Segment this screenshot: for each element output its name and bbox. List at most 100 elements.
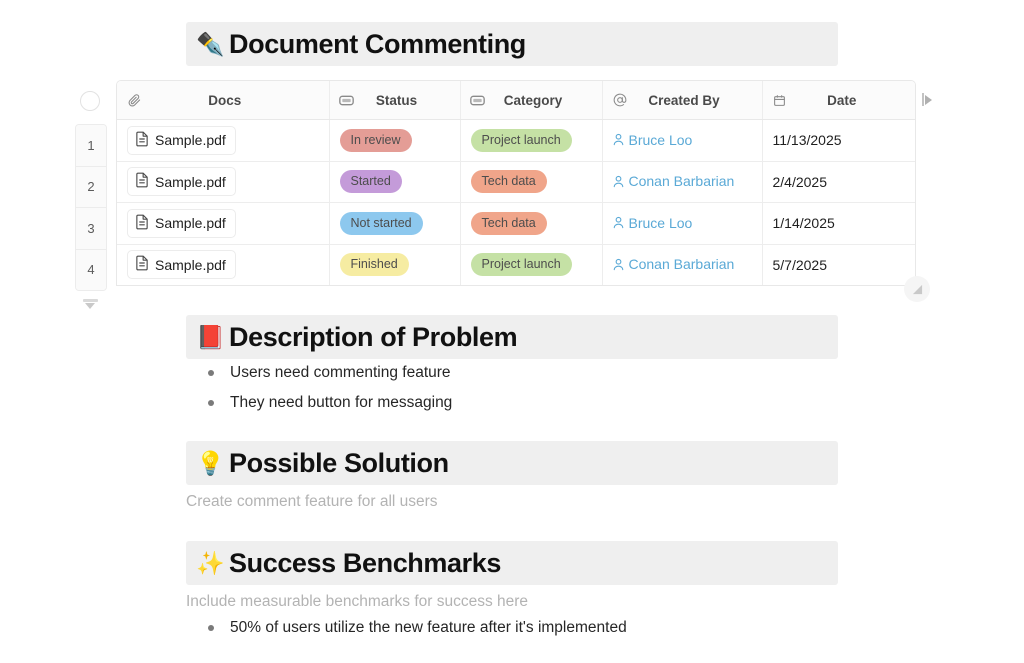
cell-docs[interactable]: Sample.pdf bbox=[117, 161, 330, 203]
person-chip[interactable]: Conan Barbarian bbox=[613, 173, 735, 189]
list-item[interactable]: Users need commenting feature bbox=[208, 362, 452, 392]
file-chip[interactable]: Sample.pdf bbox=[127, 125, 236, 155]
mention-icon bbox=[611, 93, 629, 107]
cell-status[interactable]: Finished bbox=[329, 244, 461, 285]
cell-created-by[interactable]: Conan Barbarian bbox=[602, 244, 763, 285]
row-number[interactable]: 4 bbox=[76, 249, 106, 290]
person-name: Bruce Loo bbox=[628, 214, 693, 231]
row-number[interactable]: 3 bbox=[76, 208, 106, 250]
bullet-dot bbox=[208, 625, 214, 631]
section-header-solution: 💡 Possible Solution bbox=[186, 441, 838, 485]
divider bbox=[922, 93, 924, 106]
section-title: Description of Problem bbox=[229, 321, 518, 352]
table-header-row: Docs Status Category Created By Date bbox=[117, 81, 915, 120]
column-header-docs[interactable]: Docs bbox=[117, 81, 330, 120]
page-title: Document Commenting bbox=[229, 28, 526, 59]
category-badge: Tech data bbox=[470, 170, 547, 194]
cell-docs[interactable]: Sample.pdf bbox=[117, 119, 330, 162]
row-number-list: 1 2 3 4 bbox=[75, 124, 107, 291]
section-header-description: 📕 Description of Problem bbox=[186, 315, 838, 359]
column-header-category[interactable]: Category bbox=[460, 81, 603, 120]
person-chip[interactable]: Bruce Loo bbox=[613, 132, 692, 148]
person-icon bbox=[613, 258, 624, 271]
cell-created-by[interactable]: Conan Barbarian bbox=[602, 161, 763, 203]
cell-category[interactable]: Tech data bbox=[460, 202, 603, 245]
bullet-dot bbox=[208, 370, 214, 376]
cell-status[interactable]: Not started bbox=[329, 202, 461, 245]
list-item-text: Users need commenting feature bbox=[230, 364, 451, 381]
cell-category[interactable]: Tech data bbox=[460, 161, 603, 203]
status-badge: In review bbox=[339, 128, 412, 152]
status-badge: Not started bbox=[339, 211, 423, 235]
section-title: Success Benchmarks bbox=[229, 547, 501, 578]
document-page: ✒️ Document Commenting 1 2 3 4 Docs Stat… bbox=[0, 0, 1024, 663]
column-header-status[interactable]: Status bbox=[329, 81, 461, 120]
file-chip[interactable]: Sample.pdf bbox=[127, 167, 236, 197]
list-item[interactable]: 50% of users utilize the new feature aft… bbox=[208, 617, 627, 647]
solution-placeholder-text[interactable]: Create comment feature for all users bbox=[186, 493, 438, 511]
benchmarks-placeholder-text[interactable]: Include measurable benchmarks for succes… bbox=[186, 593, 528, 611]
drag-bar bbox=[82, 299, 98, 302]
person-chip[interactable]: Conan Barbarian bbox=[613, 256, 735, 272]
list-item-text: 50% of users utilize the new feature aft… bbox=[230, 619, 627, 636]
paperclip-icon bbox=[125, 93, 143, 107]
file-chip[interactable]: Sample.pdf bbox=[127, 208, 236, 238]
cell-created-by[interactable]: Bruce Loo bbox=[602, 119, 763, 162]
benchmarks-bullet-list: 50% of users utilize the new feature aft… bbox=[208, 617, 627, 647]
chevron-down-icon bbox=[85, 303, 95, 309]
list-item-text: They need button for messaging bbox=[230, 394, 453, 411]
select-all-rows-button[interactable] bbox=[80, 91, 100, 111]
person-name: Conan Barbarian bbox=[628, 173, 735, 189]
lightbulb-icon: 💡 bbox=[196, 449, 225, 476]
document-icon bbox=[135, 214, 149, 233]
cell-date[interactable]: 11/13/2025 bbox=[762, 119, 915, 162]
status-badge: Started bbox=[339, 170, 402, 194]
row-number[interactable]: 1 bbox=[76, 125, 106, 167]
cell-date[interactable]: 1/14/2025 bbox=[762, 202, 915, 245]
row-number[interactable]: 2 bbox=[76, 166, 106, 208]
section-title: Possible Solution bbox=[229, 447, 449, 478]
list-item[interactable]: They need button for messaging bbox=[208, 392, 452, 422]
page-title-banner: ✒️ Document Commenting bbox=[186, 22, 838, 66]
column-header-label: Date bbox=[827, 92, 857, 108]
column-header-label: Category bbox=[503, 92, 563, 108]
document-icon bbox=[135, 255, 149, 274]
column-header-date[interactable]: Date bbox=[762, 81, 915, 120]
cell-status[interactable]: In review bbox=[329, 119, 461, 162]
section-header-benchmarks: ✨ Success Benchmarks bbox=[186, 541, 838, 585]
add-column-button[interactable] bbox=[922, 93, 932, 106]
cell-status[interactable]: Started bbox=[329, 161, 461, 203]
column-header-created-by[interactable]: Created By bbox=[602, 81, 763, 120]
file-chip[interactable]: Sample.pdf bbox=[127, 250, 236, 280]
bullet-dot bbox=[208, 400, 214, 406]
cell-created-by[interactable]: Bruce Loo bbox=[602, 202, 763, 245]
docs-table: 1 2 3 4 Docs Status Category Created By … bbox=[72, 80, 932, 309]
cell-date[interactable]: 5/7/2025 bbox=[762, 244, 915, 285]
person-icon bbox=[613, 216, 624, 229]
person-chip[interactable]: Bruce Loo bbox=[613, 214, 693, 231]
cell-date[interactable]: 2/4/2025 bbox=[762, 161, 915, 203]
sparkles-icon: ✨ bbox=[196, 549, 225, 576]
pen-icon: ✒️ bbox=[196, 30, 225, 57]
file-name: Sample.pdf bbox=[155, 256, 226, 273]
cell-docs[interactable]: Sample.pdf bbox=[117, 202, 330, 245]
category-badge: Project launch bbox=[470, 128, 572, 152]
table-resize-handle[interactable] bbox=[904, 276, 930, 302]
file-name: Sample.pdf bbox=[155, 215, 226, 232]
select-icon bbox=[338, 95, 356, 106]
table-row: Sample.pdf Started Tech data Conan Barba… bbox=[117, 161, 915, 203]
column-header-label: Status bbox=[375, 92, 418, 108]
table-row: Sample.pdf In review Project launch Bruc… bbox=[117, 119, 915, 162]
status-badge: Finished bbox=[339, 253, 409, 277]
file-name: Sample.pdf bbox=[155, 173, 226, 190]
description-bullet-list: Users need commenting feature They need … bbox=[208, 362, 452, 422]
person-icon bbox=[613, 133, 624, 146]
resize-icon bbox=[912, 284, 922, 294]
table-row: Sample.pdf Not started Tech data Bruce L… bbox=[117, 202, 915, 245]
cell-category[interactable]: Project launch bbox=[460, 119, 603, 162]
add-row-handle[interactable] bbox=[81, 299, 99, 309]
cell-docs[interactable]: Sample.pdf bbox=[117, 244, 330, 285]
person-name: Conan Barbarian bbox=[628, 256, 735, 272]
cell-category[interactable]: Project launch bbox=[460, 244, 603, 285]
book-icon: 📕 bbox=[196, 323, 225, 350]
